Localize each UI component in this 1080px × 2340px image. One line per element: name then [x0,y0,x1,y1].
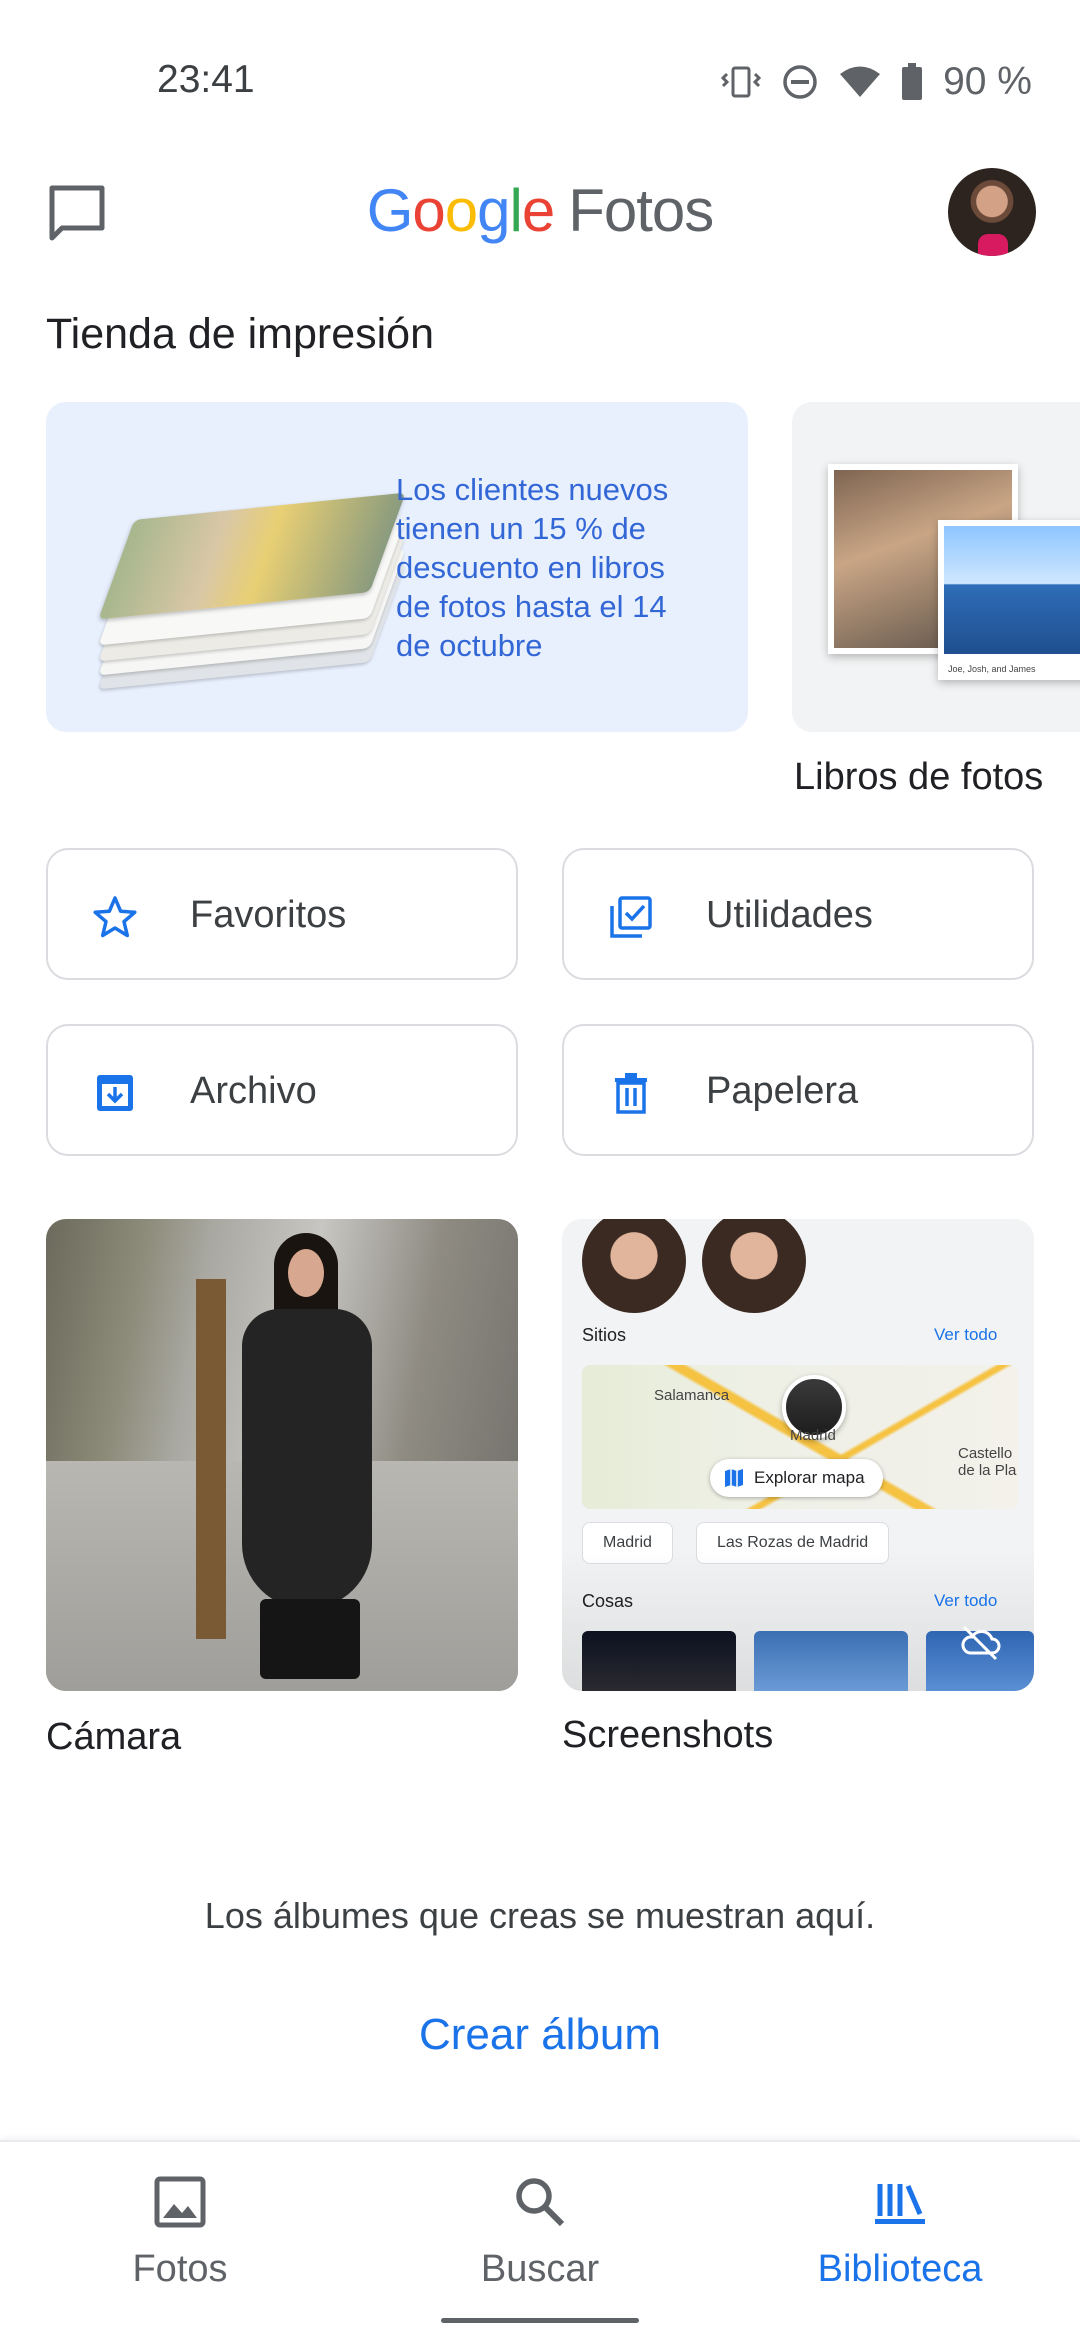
battery-percentage: 90 % [943,60,1032,103]
archive-icon [97,1075,133,1111]
archive-label: Archivo [190,1070,317,1112]
thing-thumbnail [926,1625,1034,1691]
logo-product-name: Fotos [568,177,714,244]
logo-letter: e [521,177,555,244]
status-bar: 23:41 90 % [0,0,1080,150]
albums-empty-message: Los álbumes que creas se muestran aquí. [204,1895,876,1936]
archive-button[interactable]: Archivo [46,1024,518,1156]
nav-label-photos: Fotos [132,2248,228,2290]
explore-map-label: Explorar mapa [754,1468,865,1487]
print-store-title: Tienda de impresión [46,310,435,358]
search-icon [516,2178,565,2227]
map-city-label: Castello de la Pla [958,1445,1017,1479]
library-icon [875,2184,925,2224]
photo-book-image: Joe, Josh, and James [938,520,1080,680]
favorites-button[interactable]: Favoritos [46,848,518,980]
nav-item-library[interactable]: Biblioteca [720,2162,1080,2302]
map-icon [725,1469,743,1487]
do-not-disturb-icon [783,65,817,99]
camera-album-thumbnail[interactable] [46,1219,518,1691]
things-see-all: Ver todo [934,1591,998,1610]
vibrate-icon [721,66,762,98]
trash-button[interactable]: Papelera [562,1024,1034,1156]
map-preview: Salamanca Madrid Castello de la Pla Expl… [582,1365,1018,1509]
photo-books-label: Libros de fotos [794,756,1044,798]
map-city-label: Salamanca [654,1387,730,1404]
status-icons: 90 % [721,60,1032,104]
things-label: Cosas [582,1591,634,1611]
screenshots-album-thumbnail[interactable]: Sitios Ver todo Salamanca Madrid Castell… [562,1219,1034,1691]
photo-icon [154,2176,206,2228]
bottom-navigation: Fotos Buscar Biblioteca [0,2140,1080,2340]
face-thumbnail [702,1219,806,1313]
trash-icon [615,1073,647,1114]
star-icon [93,896,137,938]
explore-map-button: Explorar mapa [710,1459,883,1497]
photo-books-card[interactable]: Joe, Josh, and James [792,402,1080,732]
nav-label-library: Biblioteca [817,2248,983,2290]
nav-label-search: Buscar [480,2248,600,2290]
logo-letter: G [366,177,414,244]
photo-book-stack-image [82,466,412,690]
wifi-icon [840,66,881,97]
logo-letter: l [509,177,523,244]
battery-icon [902,63,923,100]
utilities-button[interactable]: Utilidades [562,848,1034,980]
camera-album-label[interactable]: Cámara [46,1716,181,1759]
cloud-off-icon [961,1625,1001,1661]
map-city-label: Madrid [790,1427,836,1444]
gesture-home-indicator[interactable] [441,2318,639,2323]
status-time: 23:41 [157,58,255,101]
photo-book-caption: Joe, Josh, and James [948,664,1036,674]
photo-book-promo-card[interactable]: Los clientes nuevos tienen un 15 % de de… [46,402,748,732]
favorites-label: Favoritos [190,894,347,936]
logo-letter: o [444,177,478,244]
logo-letter: o [412,177,445,244]
logo-letter: g [477,177,510,244]
trash-label: Papelera [706,1070,859,1112]
nav-item-photos[interactable]: Fotos [0,2162,360,2302]
places-see-all: Ver todo [934,1325,998,1344]
thing-thumbnail [582,1631,736,1691]
create-album-button[interactable]: Crear álbum [0,2010,1080,2060]
face-thumbnail [582,1219,686,1313]
checklist-icon [610,896,652,938]
promo-text: Los clientes nuevos tienen un 15 % de de… [396,472,669,663]
account-avatar[interactable] [948,168,1036,256]
google-photos-logo: Google Fotos [0,176,1080,245]
nav-item-search[interactable]: Buscar [360,2162,720,2302]
places-label: Sitios [582,1325,627,1345]
screenshots-album-label[interactable]: Screenshots [562,1714,773,1757]
utilities-label: Utilidades [706,894,873,936]
thing-thumbnail [754,1631,908,1691]
top-app-bar: Google Fotos [0,150,1080,280]
